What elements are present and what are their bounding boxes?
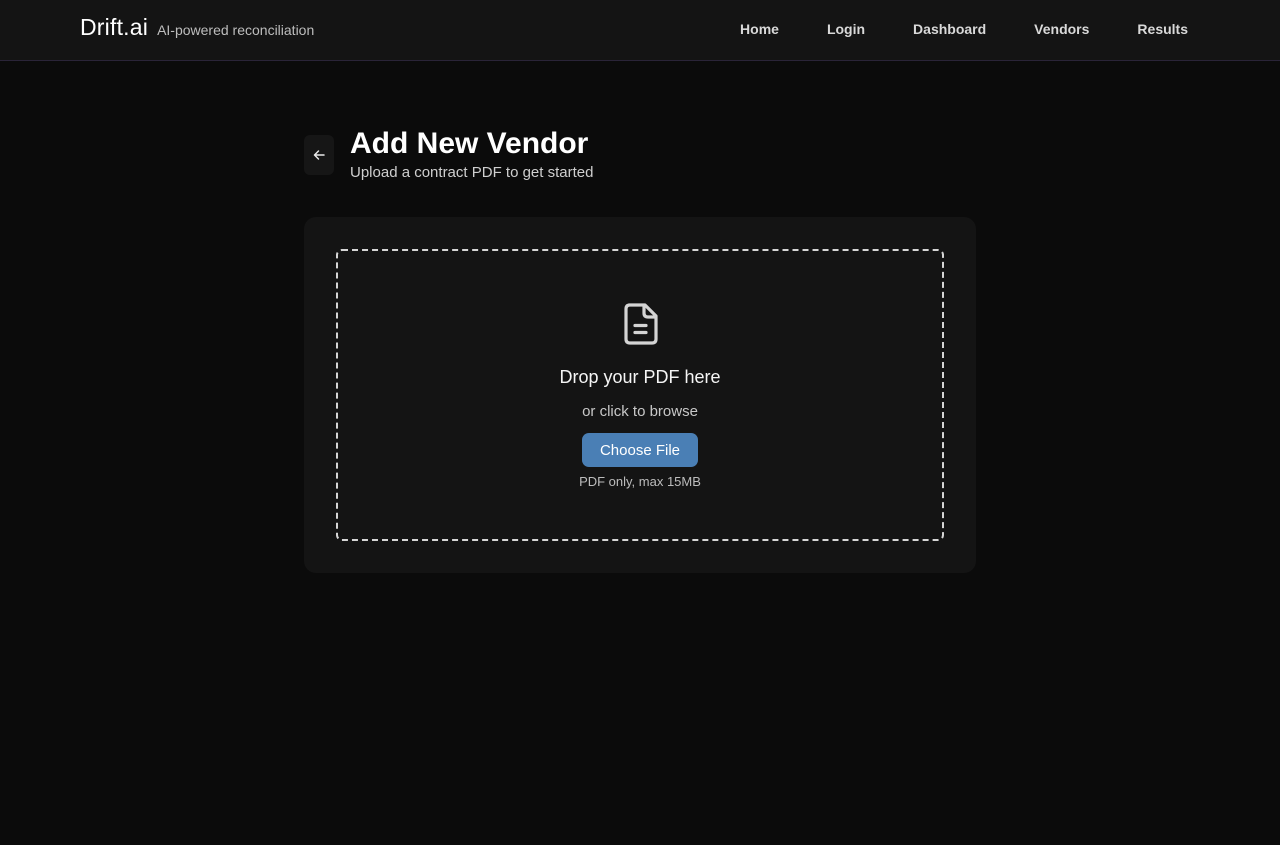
nav-dashboard-link[interactable]: Dashboard — [913, 21, 986, 37]
page-titles: Add New Vendor Upload a contract PDF to … — [350, 126, 593, 181]
brand-name[interactable]: Drift.ai — [80, 14, 148, 41]
main-nav: Home Login Dashboard Vendors Results — [692, 21, 1188, 37]
pdf-dropzone[interactable]: Drop your PDF here or click to browse Ch… — [336, 249, 944, 541]
arrow-left-icon — [313, 150, 325, 160]
page-title: Add New Vendor — [350, 127, 589, 160]
back-button[interactable] — [304, 135, 334, 175]
document-icon — [624, 303, 658, 345]
dropzone-subtitle: or click to browse — [582, 403, 698, 420]
nav-results-link[interactable]: Results — [1137, 21, 1188, 37]
brand-tagline: AI-powered reconciliation — [157, 22, 315, 38]
file-requirements-hint: PDF only, max 15MB — [579, 474, 701, 489]
brand[interactable]: Drift.ai AI-powered reconciliation — [80, 14, 314, 41]
page-header: Add New Vendor Upload a contract PDF to … — [304, 126, 593, 181]
nav-home-link[interactable]: Home — [740, 21, 779, 37]
nav-vendors-link[interactable]: Vendors — [1034, 21, 1089, 37]
choose-file-button[interactable]: Choose File — [582, 433, 698, 467]
dropzone-title: Drop your PDF here — [559, 367, 721, 387]
page-subtitle: Upload a contract PDF to get started — [350, 164, 594, 181]
nav-login-link[interactable]: Login — [827, 21, 865, 37]
top-navbar: Drift.ai AI-powered reconciliation Home … — [0, 0, 1280, 61]
upload-card: Drop your PDF here or click to browse Ch… — [304, 217, 976, 573]
